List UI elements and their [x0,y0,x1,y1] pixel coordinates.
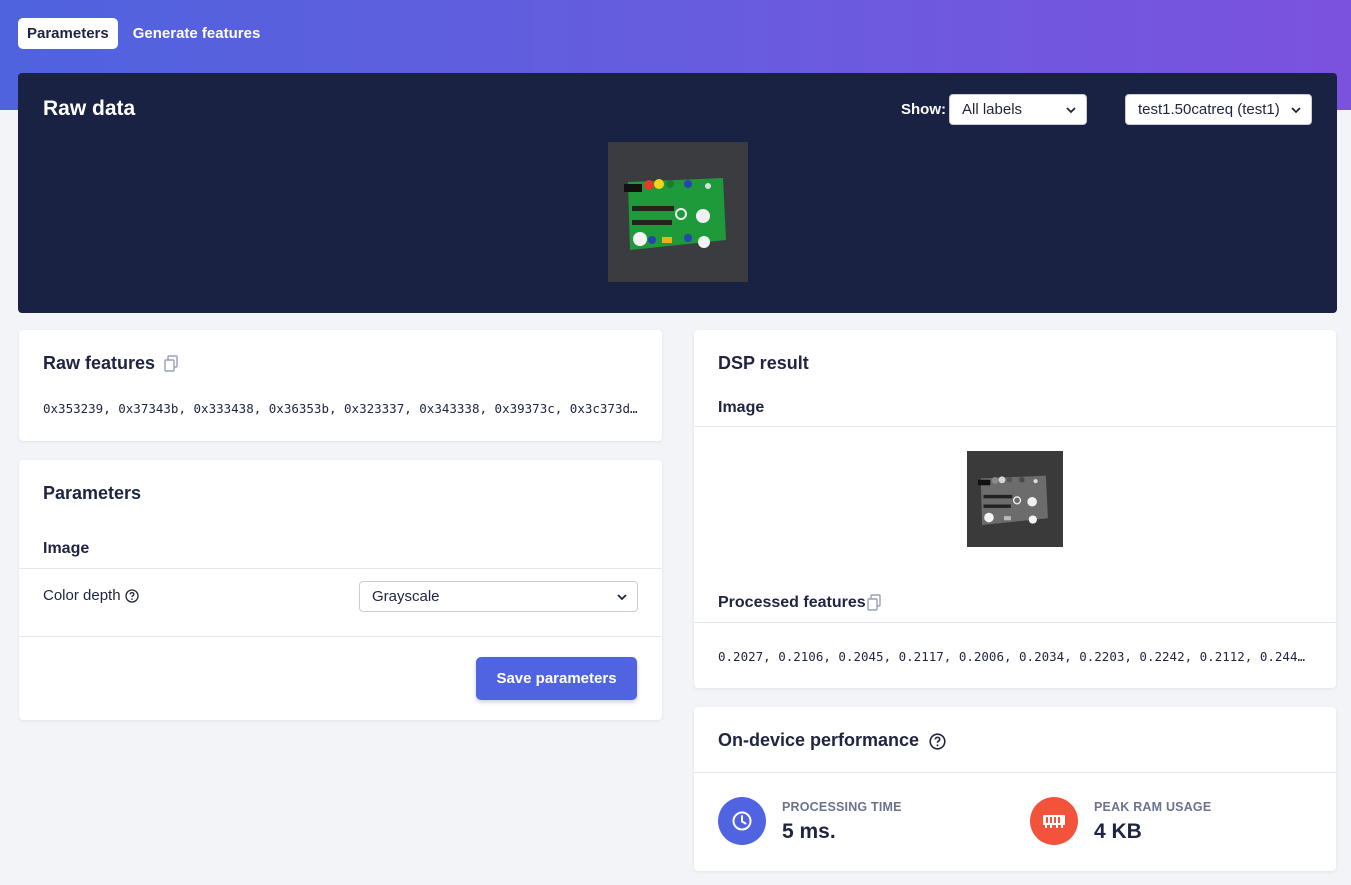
help-icon[interactable] [929,733,946,750]
performance-title: On-device performance [718,730,946,751]
processed-features-title: Processed features [718,594,866,611]
raw-features-values: 0x353239, 0x37343b, 0x333438, 0x36353b, … [43,401,639,416]
divider [19,636,662,637]
color-depth-label: Color depth [43,587,139,604]
tab-generate-features[interactable]: Generate features [124,18,270,49]
raw-sample-image [608,142,748,282]
processed-sample-image [967,451,1063,547]
processing-time-value: 5 ms. [782,820,836,843]
show-label: Show: [901,101,946,118]
raw-features-card: Raw features 0x353239, 0x37343b, 0x33343… [19,330,662,441]
color-depth-select[interactable]: Grayscale [359,581,638,612]
copy-icon[interactable] [163,355,179,372]
tab-bar: Parameters Generate features [18,18,269,49]
divider [19,568,662,569]
help-icon[interactable] [125,589,139,603]
chevron-down-icon [617,594,627,601]
color-depth-value: Grayscale [372,588,440,605]
chevron-down-icon [1291,107,1301,114]
divider [694,426,1336,427]
save-parameters-button[interactable]: Save parameters [476,657,637,700]
label-filter-value: All labels [962,101,1023,118]
label-filter-select[interactable]: All labels [949,94,1087,125]
clock-icon [718,797,766,845]
peak-ram-label: PEAK RAM USAGE [1094,800,1212,814]
processing-time-label: PROCESSING TIME [782,800,902,814]
color-depth-label-text: Color depth [43,587,121,604]
sample-select[interactable]: test1.50catreq (test1) [1125,94,1312,125]
sample-select-value: test1.50catreq (test1) [1138,101,1280,118]
performance-card: On-device performance PROCESSING TIME 5 … [694,707,1336,871]
memory-icon [1030,797,1078,845]
parameters-card: Parameters Image Color depth Grayscale S… [19,460,662,720]
divider [694,772,1336,773]
raw-data-title: Raw data [43,97,136,120]
parameters-image-section: Image [43,540,90,557]
processed-features-values: 0.2027, 0.2106, 0.2045, 0.2117, 0.2006, … [718,649,1312,664]
tab-parameters[interactable]: Parameters [18,18,118,49]
dsp-image-section: Image [718,399,765,416]
peak-ram-value: 4 KB [1094,820,1142,843]
performance-title-text: On-device performance [718,730,920,750]
copy-icon[interactable] [866,594,882,611]
parameters-title: Parameters [43,483,142,503]
raw-data-panel: Raw data Show: All labels test1.50catreq… [18,73,1337,313]
dsp-result-title: DSP result [718,353,809,373]
raw-features-title: Raw features [43,353,156,373]
chevron-down-icon [1066,107,1076,114]
divider [694,622,1336,623]
